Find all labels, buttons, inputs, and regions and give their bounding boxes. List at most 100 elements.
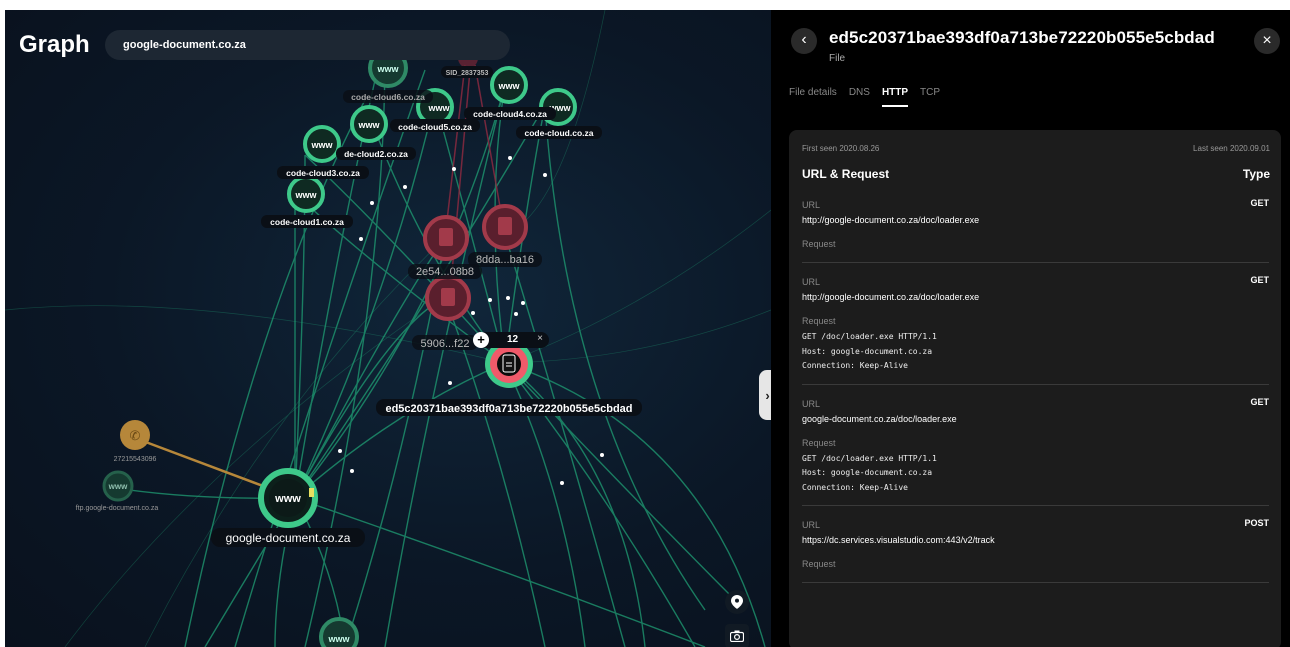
search-input[interactable]: google-document.co.za [105,30,510,60]
last-seen: Last seen 2020.09.01 [1193,144,1270,153]
domain-node-cloud-a[interactable]: www [350,105,388,143]
document-icon [498,217,512,235]
detail-tabs: File details DNS HTTP TCP [789,87,940,107]
phone-node[interactable]: ✆ [120,420,150,450]
http-content-card: First seen 2020.08.26 Last seen 2020.09.… [789,130,1281,647]
label-code-cloud2: de-cloud2.co.za [344,149,408,159]
tab-http[interactable]: HTTP [881,87,909,107]
request-item: URL POST https://dc.services.visualstudi… [802,518,1269,583]
back-button[interactable]: ‹ [791,28,817,54]
label-sid: SID_2837353 [446,70,489,77]
request-type: POST [1244,518,1269,528]
label-code-cloud: code-cloud.co.za [525,128,594,138]
label-file-5906: 5906...f22 [421,338,470,350]
label-code-cloud4: code-cloud4.co.za [473,109,547,119]
node-action-popup: + 12 × [473,332,549,348]
request-type: GET [1250,275,1269,285]
file-node-8dda[interactable] [482,204,528,250]
domain-node-cloud4[interactable]: www [490,66,528,104]
expand-plus-button[interactable]: + [473,332,489,348]
request-type: GET [1250,198,1269,208]
www-icon: www [327,634,350,644]
edge-dot [506,296,510,300]
label-code-cloud5: code-cloud5.co.za [398,122,472,132]
edge-dot [514,312,518,316]
edge-dot [452,167,456,171]
request-label: Request [802,239,836,249]
domain-node-main[interactable]: www [258,468,318,528]
label-phone: 27215543096 [114,456,157,463]
www-icon: www [427,103,450,113]
request-item: URL GET http://google-document.co.za/doc… [802,198,1269,263]
domain-node-bottom[interactable]: www [319,617,359,647]
edge-dot [508,156,512,160]
graph-title: Graph [19,31,90,58]
url-label: URL [802,520,821,530]
edge [184,99,366,647]
edge-dot [448,381,452,385]
request-url: http://google-document.co.za/doc/loader.… [802,215,980,225]
edge [444,64,466,239]
request-label: Request [802,437,836,448]
tab-tcp[interactable]: TCP [920,87,940,107]
camera-icon [730,630,744,642]
first-seen: First seen 2020.08.26 [802,144,880,153]
edge [294,362,506,499]
edge-dot [560,481,564,485]
map-pin-button[interactable] [725,590,749,614]
edge-dot [350,469,354,473]
document-icon [439,228,453,246]
www-icon: www [274,493,301,505]
request-url: google-document.co.za/doc/loader.exe [802,413,957,424]
www-icon: www [357,120,380,130]
graph-panel[interactable]: www www www www www www www www www www … [5,10,771,647]
domain-node-cloud1[interactable]: www [287,175,325,213]
request-item: URL GET google-document.co.za/doc/loader… [802,396,1269,506]
connection-count: 12 [507,334,519,345]
file-node-2e54[interactable] [423,215,469,261]
close-button[interactable]: × [1254,28,1280,54]
camera-button[interactable] [725,624,749,647]
file-node-5906[interactable] [425,275,471,321]
graph-canvas[interactable]: www www www www www www www www www www … [5,10,771,647]
detail-subtitle: File [829,53,846,64]
tab-dns[interactable]: DNS [849,87,870,107]
label-ftp: ftp.google-document.co.za [76,505,159,512]
request-body: GET /doc/loader.exe HTTP/1.1 Host: googl… [802,332,937,370]
popup-close-icon[interactable]: × [537,333,543,344]
edge [294,104,546,499]
www-icon: www [108,482,128,491]
request-url: https://dc.services.visualstudio.com:443… [802,535,995,545]
edge-dot [359,237,363,241]
edge-dot [370,201,374,205]
phone-icon: ✆ [130,428,141,443]
edge-dot [471,311,475,315]
panel-collapse-handle[interactable]: › [759,370,771,420]
label-selected-file: ed5c20371bae393df0a713be72220b055e5cbdad [385,403,632,415]
chevron-left-icon: ‹ [801,31,807,48]
domain-node-cloud2[interactable]: www [303,125,341,163]
request-list: URL GET http://google-document.co.za/doc… [802,198,1269,595]
document-icon [441,288,455,306]
label-code-cloud3: code-cloud3.co.za [286,168,360,178]
detail-panel: ‹ ed5c20371bae393df0a713be72220b055e5cbd… [771,10,1290,647]
request-item: URL GET http://google-document.co.za/doc… [802,275,1269,385]
url-label: URL [802,200,821,210]
tab-file-details[interactable]: File details [789,87,837,107]
request-body: GET /doc/loader.exe HTTP/1.1 Host: googl… [802,453,937,492]
edge-dot [488,298,492,302]
close-icon: × [1262,32,1272,49]
edge-dot [543,173,547,177]
map-pin-icon [731,595,743,609]
domain-node-ftp[interactable]: www [102,470,134,502]
www-icon: www [497,81,520,91]
request-label: Request [802,559,836,569]
label-file-2e54: 2e54...08b8 [416,266,474,278]
label-code-cloud1: code-cloud1.co.za [270,217,344,227]
request-url: http://google-document.co.za/doc/loader.… [802,292,980,302]
edge-dot [338,449,342,453]
url-label: URL [802,398,821,409]
edge [544,104,706,611]
edge-dot [600,453,604,457]
request-type: GET [1250,396,1269,407]
